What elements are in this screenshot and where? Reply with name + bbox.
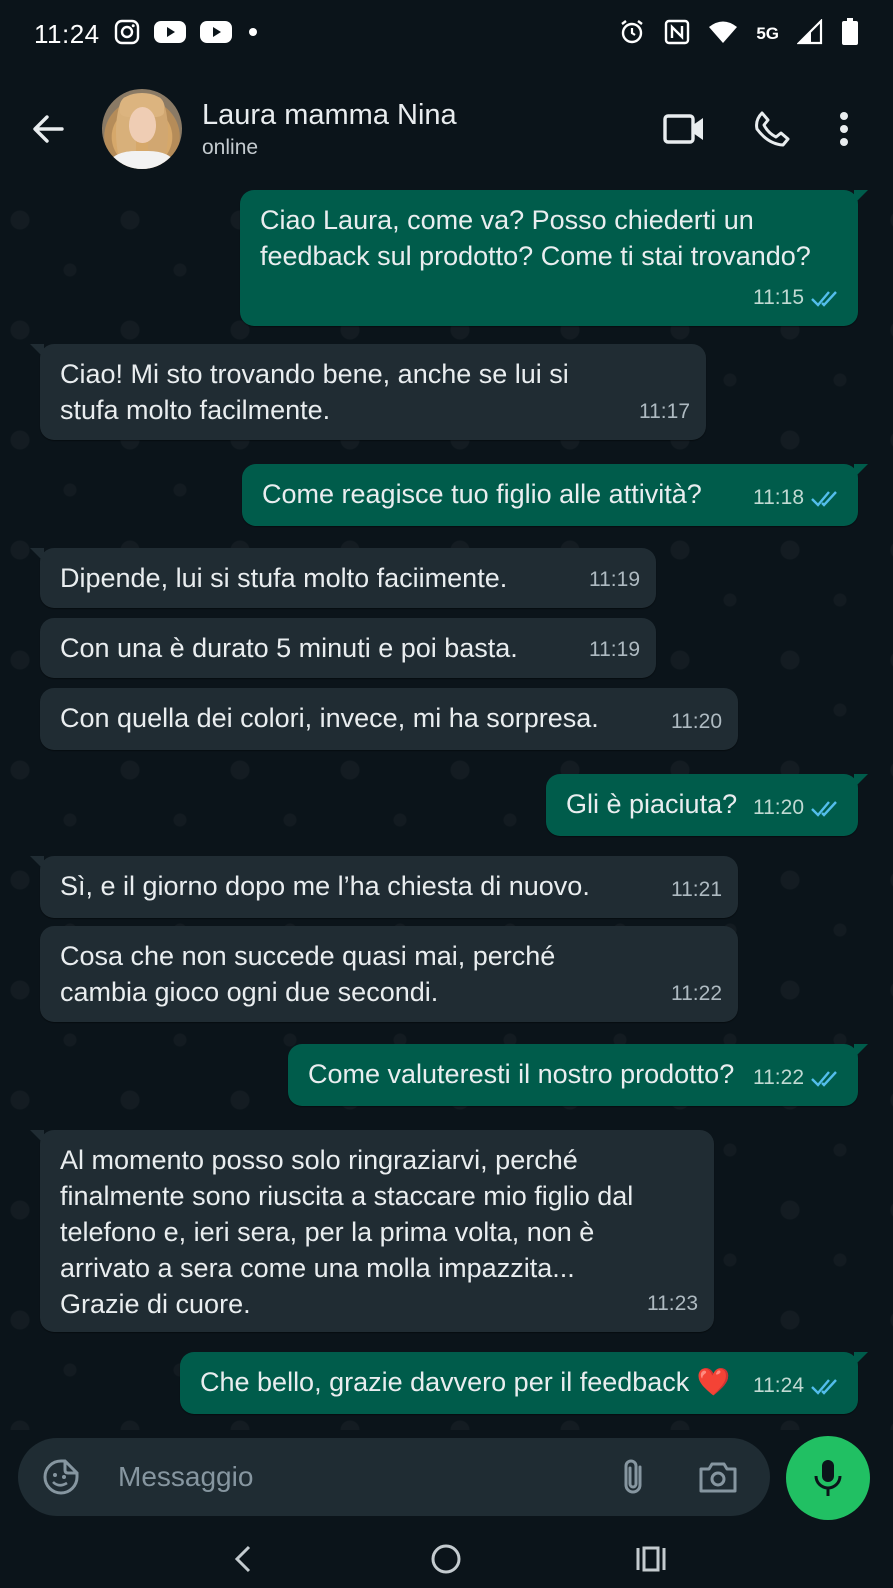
back-button[interactable] [20, 101, 76, 157]
message-outgoing[interactable]: Come valuteresti il nostro prodotto? 11:… [288, 1044, 868, 1106]
message-text: Con una è durato 5 minuti e poi basta. [60, 633, 518, 663]
status-bar: 11:24 5G [0, 0, 893, 68]
more-options-button[interactable] [839, 111, 849, 147]
message-composer[interactable]: Messaggio [18, 1438, 770, 1516]
contact-status: online [202, 136, 259, 159]
message-incoming[interactable]: Cosa che non succede quasi mai, perché c… [40, 926, 738, 1022]
message-time: 11:19 [589, 638, 640, 661]
message-time: 11:23 [647, 1292, 698, 1315]
more-vertical-icon [840, 112, 848, 146]
message-text: Che bello, grazie davvero per il feedbac… [200, 1367, 731, 1397]
message-incoming[interactable]: Al momento posso solo ringraziarvi, perc… [30, 1130, 714, 1332]
message-text: Cosa che non succede quasi mai, perché c… [60, 941, 556, 1007]
message-outgoing[interactable]: Che bello, grazie davvero per il feedbac… [180, 1352, 868, 1414]
signal-icon [796, 17, 823, 50]
battery-icon [841, 17, 859, 51]
message-text: Al momento posso solo ringraziarvi, perc… [60, 1145, 634, 1319]
nfc-icon [664, 19, 690, 50]
paperclip-icon [624, 1459, 642, 1494]
message-incoming[interactable]: Con quella dei colori, invece, mi ha sor… [40, 688, 738, 750]
instagram-icon [114, 19, 140, 50]
message-time: 11:21 [671, 878, 722, 901]
message-time: 11:15 [753, 286, 804, 309]
phone-icon [755, 111, 790, 147]
read-ticks-icon [811, 1071, 837, 1087]
message-time: 11:20 [753, 796, 804, 819]
message-time: 11:24 [753, 1374, 804, 1397]
message-incoming[interactable]: Ciao! Mi sto trovando bene, anche se lui… [30, 344, 706, 440]
voice-message-button[interactable] [786, 1436, 870, 1520]
message-incoming[interactable]: Sì, e il giorno dopo me l’ha chiesta di … [30, 856, 738, 918]
message-incoming[interactable]: Con una è durato 5 minuti e poi basta. 1… [40, 618, 656, 678]
message-text: Ciao! Mi sto trovando bene, anche se lui… [60, 359, 569, 425]
message-incoming[interactable]: Dipende, lui si stufa molto faciimente. … [30, 548, 656, 608]
dot-icon [246, 25, 260, 44]
message-time: 11:18 [753, 486, 804, 509]
chat-area[interactable]: Ciao Laura, come va? Posso chiederti un … [0, 190, 893, 1430]
sticker-button[interactable] [42, 1458, 80, 1496]
camera-icon [699, 1462, 737, 1493]
system-navigation-bar [0, 1530, 893, 1588]
read-ticks-icon [811, 1379, 837, 1395]
nav-recents-button[interactable] [621, 1539, 681, 1579]
wifi-icon [708, 20, 738, 49]
home-circle-icon [431, 1544, 461, 1574]
nav-back-button[interactable] [212, 1539, 272, 1579]
avatar[interactable] [102, 89, 182, 169]
read-ticks-icon [811, 291, 837, 307]
contact-name: Laura mamma Nina [202, 99, 457, 131]
video-camera-icon [663, 114, 703, 144]
alarm-icon [618, 18, 646, 51]
youtube-icon [153, 20, 186, 49]
nav-home-button[interactable] [416, 1539, 476, 1579]
read-ticks-icon [811, 801, 837, 817]
video-call-button[interactable] [663, 112, 705, 146]
voice-call-button[interactable] [753, 110, 791, 148]
contact-info[interactable]: Laura mamma Nina online [202, 98, 457, 160]
message-time: 11:22 [753, 1066, 804, 1089]
message-time: 11:22 [671, 982, 722, 1005]
message-time: 11:17 [639, 400, 690, 423]
message-text: Dipende, lui si stufa molto faciimente. [60, 563, 508, 593]
chat-header: Laura mamma Nina online [0, 68, 893, 190]
message-text: Ciao Laura, come va? Posso chiederti un … [260, 205, 811, 271]
sticker-icon [43, 1459, 79, 1495]
recents-icon [636, 1546, 666, 1572]
back-arrow-icon [33, 115, 64, 143]
message-text: Sì, e il giorno dopo me l’ha chiesta di … [60, 871, 590, 901]
camera-button[interactable] [698, 1460, 738, 1494]
attach-button[interactable] [620, 1457, 646, 1497]
message-outgoing[interactable]: Ciao Laura, come va? Posso chiederti un … [240, 190, 868, 326]
status-time: 11:24 [34, 18, 100, 49]
message-outgoing[interactable]: Come reagisce tuo figlio alle attività? … [242, 464, 868, 526]
message-time: 11:19 [589, 568, 640, 591]
message-time: 11:20 [671, 710, 722, 733]
input-bar: Messaggio [0, 1430, 893, 1530]
youtube-icon [199, 20, 232, 49]
message-input[interactable]: Messaggio [118, 1461, 620, 1493]
microphone-icon [814, 1460, 842, 1496]
read-ticks-icon [811, 491, 837, 507]
message-outgoing[interactable]: Gli è piaciuta? 11:20 [546, 774, 868, 836]
message-text: Come reagisce tuo figlio alle attività? [262, 479, 702, 509]
message-text: Con quella dei colori, invece, mi ha sor… [60, 703, 599, 733]
network-type: 5G [756, 24, 779, 43]
chevron-left-icon [235, 1545, 251, 1573]
